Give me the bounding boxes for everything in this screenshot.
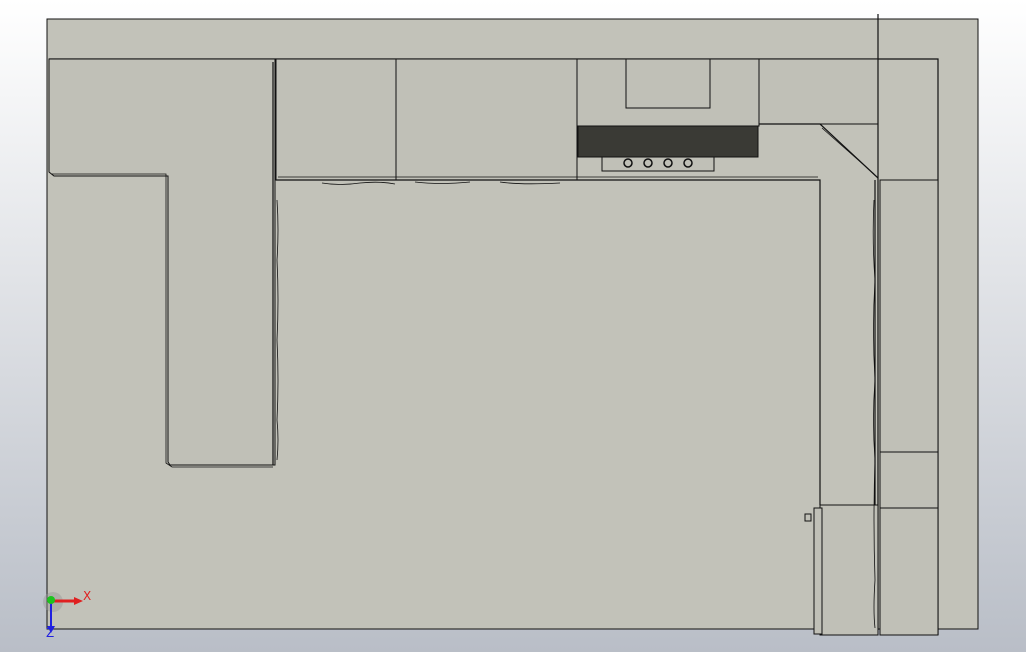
z-axis-label: Z [46, 626, 54, 640]
kitchen-top-view-drawing[interactable]: X Z [0, 0, 1026, 652]
burner-knob [623, 158, 633, 168]
burner-knob [663, 158, 673, 168]
y-axis-dot [47, 596, 55, 604]
dishwasher-handle [804, 513, 812, 522]
cooktop [577, 125, 759, 158]
x-axis-label: X [83, 589, 91, 603]
cad-viewport[interactable]: X Z [0, 0, 1026, 652]
upper-cabinet-1 [275, 58, 397, 181]
upper-cabinet-corner [758, 58, 879, 125]
range-hood [625, 58, 711, 109]
right-cabinet-low [879, 507, 939, 636]
right-cabinet-tall [879, 179, 939, 453]
upper-cabinet-2 [395, 58, 578, 181]
burner-knob [683, 158, 693, 168]
cooktop-control-panel [601, 156, 715, 172]
dishwasher-door [813, 507, 823, 635]
burner-knob [643, 158, 653, 168]
right-cabinet-mid [879, 451, 939, 509]
dishwasher [819, 504, 879, 636]
